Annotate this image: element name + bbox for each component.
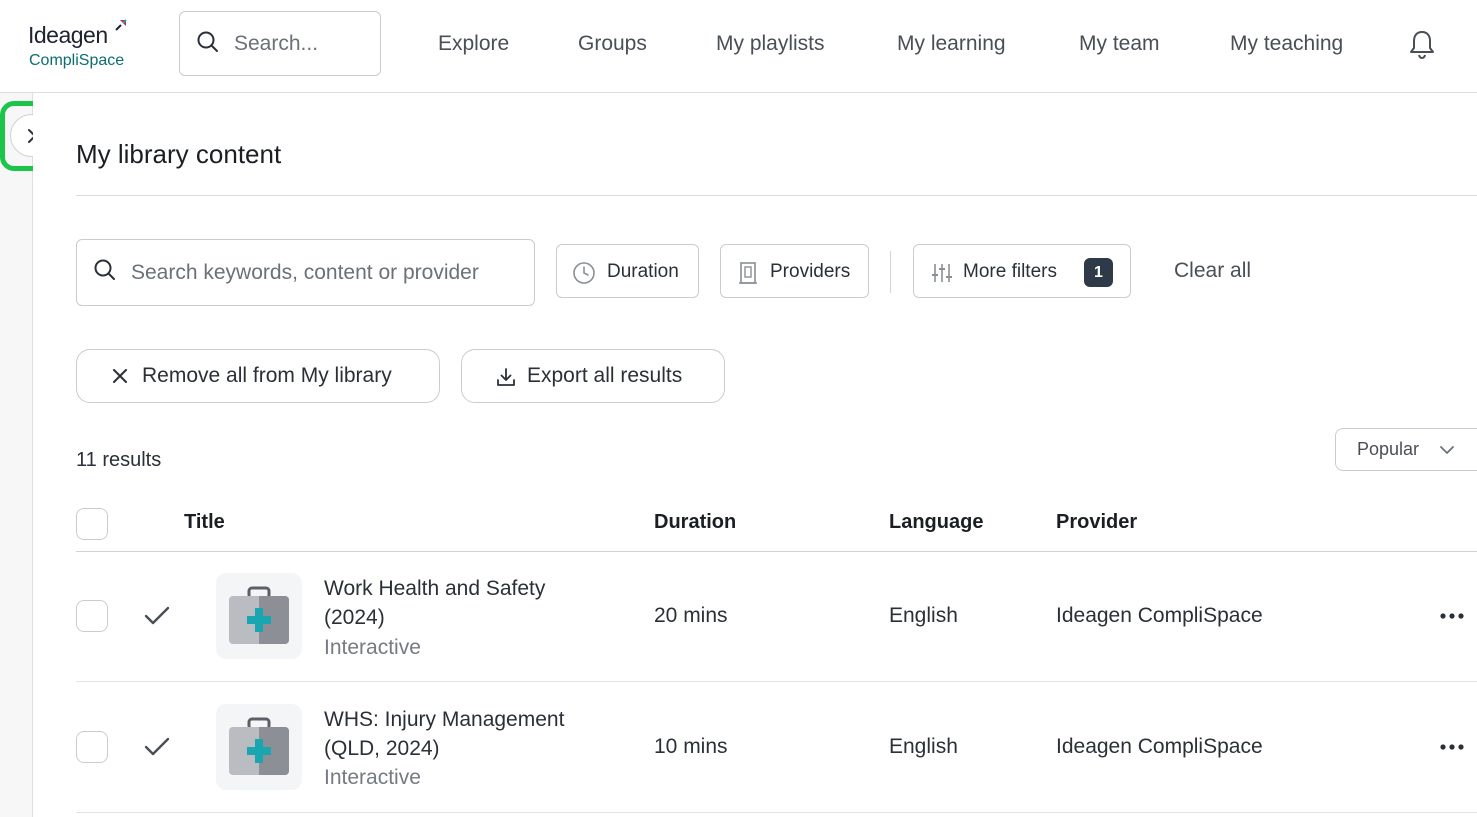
row-title[interactable]: Work Health and Safety (2024) — [324, 574, 614, 632]
remove-all-label: Remove all from My library — [142, 364, 392, 387]
row-title[interactable]: WHS: Injury Management (QLD, 2024) — [324, 705, 614, 763]
library-search-placeholder: Search keywords, content or provider — [131, 261, 479, 284]
row-title-line: (QLD, 2024) — [324, 737, 440, 760]
page-title: My library content — [76, 139, 282, 169]
chevron-down-icon — [1440, 446, 1454, 454]
search-icon — [94, 259, 115, 280]
row-duration: 20 mins — [654, 604, 728, 627]
nav-my-teaching[interactable]: My teaching — [1230, 32, 1343, 56]
sort-selected-value: Popular — [1357, 439, 1420, 459]
clock-icon — [573, 262, 595, 284]
first-aid-kit-icon — [229, 586, 289, 644]
more-horizontal-icon[interactable] — [1438, 606, 1466, 626]
more-filters-button[interactable]: More filters 1 — [913, 244, 1131, 298]
column-header-duration[interactable]: Duration — [654, 511, 736, 534]
row-content-type: Interactive — [324, 636, 421, 659]
checkmark-icon — [144, 606, 170, 625]
checkmark-icon — [144, 737, 170, 756]
remove-all-from-library-button[interactable]: Remove all from My library — [76, 349, 440, 403]
clear-all-filters-link[interactable]: Clear all — [1174, 259, 1251, 283]
nav-groups[interactable]: Groups — [578, 32, 647, 56]
providers-filter-button[interactable]: Providers — [720, 244, 869, 298]
results-count: 11 results — [76, 449, 162, 471]
export-all-results-button[interactable]: Export all results — [461, 349, 725, 403]
select-all-checkbox[interactable] — [76, 508, 108, 540]
building-icon — [739, 262, 757, 284]
content-thumbnail[interactable] — [216, 573, 302, 659]
more-horizontal-icon[interactable] — [1438, 737, 1466, 757]
logo-primary-text: Ideagen — [28, 22, 108, 48]
nav-my-team[interactable]: My team — [1079, 32, 1160, 56]
export-all-label: Export all results — [527, 364, 683, 387]
library-search-input[interactable]: Search keywords, content or provider — [76, 239, 535, 306]
row-language: English — [889, 604, 958, 627]
logo-secondary-text: CompliSpace — [29, 52, 125, 69]
sort-dropdown[interactable]: Popular — [1335, 428, 1477, 471]
duration-filter-label: Duration — [607, 261, 679, 282]
search-icon — [197, 31, 218, 52]
row-provider: Ideagen CompliSpace — [1056, 735, 1263, 758]
providers-filter-label: Providers — [770, 261, 851, 282]
bell-icon[interactable] — [1407, 28, 1437, 60]
title-divider — [76, 195, 1477, 196]
row-title-line: WHS: Injury Management — [324, 708, 565, 731]
top-navigation-bar: Ideagen CompliSpace Search... Explore Gr… — [0, 0, 1477, 93]
row-title-line: Work Health and Safety — [324, 577, 546, 600]
row-divider — [76, 812, 1477, 813]
duration-filter-button[interactable]: Duration — [556, 244, 699, 298]
row-divider — [76, 681, 1477, 682]
content-thumbnail[interactable] — [216, 704, 302, 790]
global-search-placeholder: Search... — [234, 32, 319, 55]
filter-separator — [890, 251, 891, 293]
more-filters-label: More filters — [963, 261, 1057, 282]
row-language: English — [889, 735, 958, 758]
sliders-icon — [932, 264, 952, 282]
first-aid-kit-icon — [229, 717, 289, 775]
close-icon — [113, 369, 127, 383]
row-content-type: Interactive — [324, 766, 421, 789]
column-header-language[interactable]: Language — [889, 511, 983, 534]
global-search-input[interactable]: Search... — [179, 11, 381, 76]
nav-explore[interactable]: Explore — [438, 32, 509, 56]
nav-my-learning[interactable]: My learning — [897, 32, 1006, 56]
row-select-checkbox[interactable] — [76, 600, 108, 632]
nav-my-playlists[interactable]: My playlists — [716, 32, 825, 56]
row-select-checkbox[interactable] — [76, 731, 108, 763]
table-header-divider — [76, 551, 1477, 552]
download-icon — [497, 368, 515, 386]
row-duration: 10 mins — [654, 735, 728, 758]
active-filters-count-badge: 1 — [1084, 258, 1113, 287]
row-title-line: (2024) — [324, 606, 385, 629]
column-header-provider[interactable]: Provider — [1056, 511, 1137, 534]
column-header-title[interactable]: Title — [184, 511, 225, 534]
collapsed-sidebar — [0, 93, 33, 817]
logo-mark-icon — [115, 19, 127, 31]
row-provider: Ideagen CompliSpace — [1056, 604, 1263, 627]
brand-logo[interactable]: Ideagen CompliSpace — [28, 18, 138, 74]
